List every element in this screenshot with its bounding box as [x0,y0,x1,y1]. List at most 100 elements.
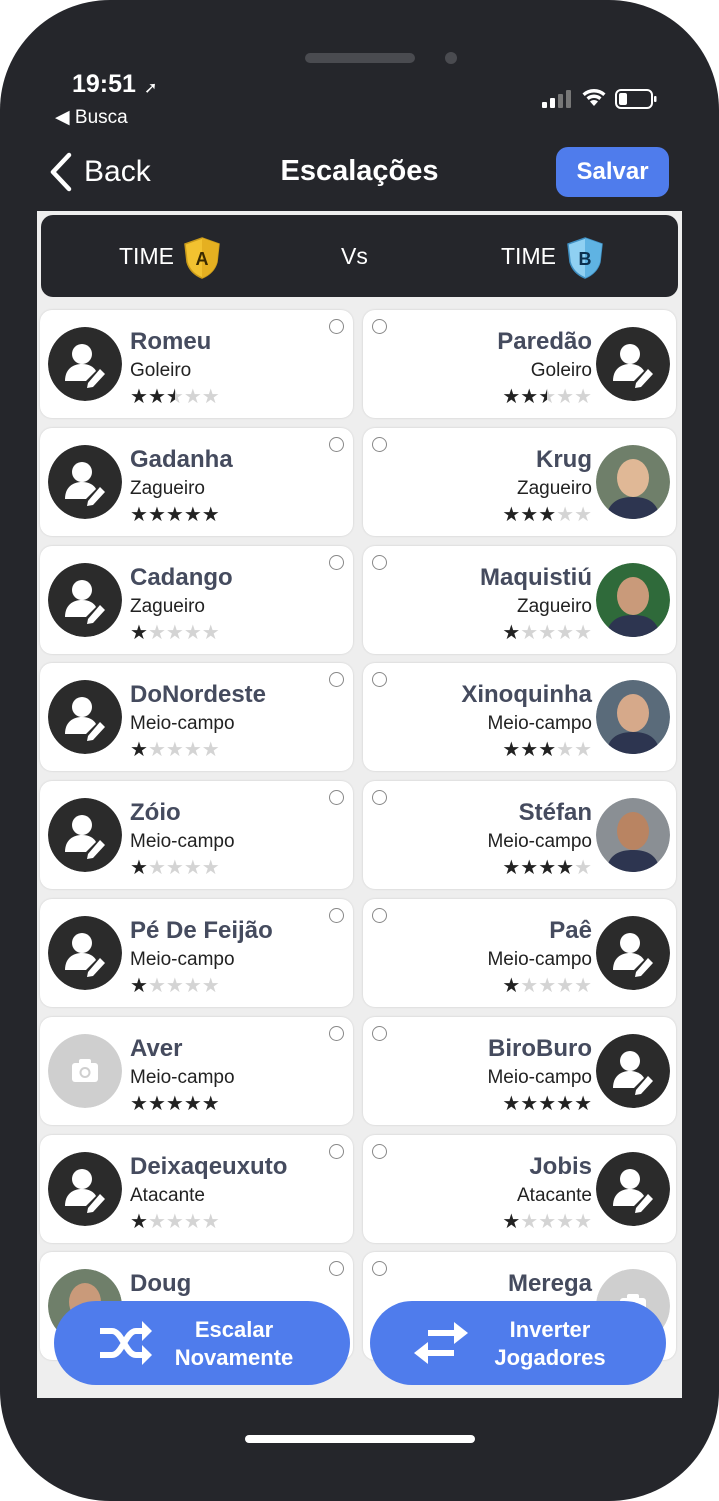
player-name: Jobis [529,1152,592,1180]
person-edit-icon[interactable] [48,327,122,401]
player-select-radio[interactable] [372,436,387,452]
player-select-radio[interactable] [372,1143,387,1159]
person-edit-icon[interactable] [48,1151,122,1226]
team-b-shield-icon: B [567,237,603,279]
player-card[interactable]: DoNordeste Meio-campo ★★★★★ [40,663,353,772]
player-card[interactable]: Deixaqeuxuto Atacante ★★★★★ [40,1134,353,1243]
person-edit-icon[interactable] [596,327,670,401]
player-name: DoNordeste [130,681,267,709]
player-card[interactable]: Krug Zagueiro ★★★★★ [363,427,676,536]
player-name: Deixaqeuxuto [130,1152,288,1180]
player-select-radio[interactable] [372,554,387,570]
player-card[interactable]: Gadanha Zagueiro ★★★★★ [40,427,353,536]
player-select-radio[interactable] [372,1025,387,1041]
player-position: Meio-campo [487,831,592,853]
front-camera [445,52,457,64]
player-card[interactable]: Aver Meio-campo ★★★★★ [40,1016,353,1125]
person-edit-icon[interactable] [48,444,122,519]
player-select-radio[interactable] [329,908,344,923]
person-edit-icon[interactable] [48,916,122,990]
player-card[interactable]: Paredão Goleiro ★★★★★ [363,310,676,418]
cellular-signal-icon [542,90,571,108]
home-indicator[interactable] [245,1435,475,1443]
team-a-label: TIME [119,243,174,269]
player-position: Zagueiro [130,595,205,617]
player-select-radio[interactable] [329,1143,344,1159]
player-name: Cadango [130,563,233,591]
bottom-actions: Escalar Novamente Inverter Jogadores [37,1301,682,1398]
player-select-radio[interactable] [372,319,387,334]
player-name: Xinoquinha [461,681,592,709]
player-position: Goleiro [530,360,592,381]
person-edit-icon[interactable] [596,1151,670,1226]
team-a-badge: A [196,249,209,269]
battery-icon [615,89,657,109]
player-position: Meio-campo [130,1066,235,1088]
player-rating-stars: ★★★★★ [130,857,220,880]
swap-label-line1: Inverter [509,1317,591,1342]
player-name: Pé De Feijão [130,917,273,944]
player-name: Paredão [497,328,592,355]
player-rating-stars: ★★★★★ [130,1210,220,1233]
camera-icon[interactable] [48,1033,122,1108]
player-rating-stars: ★★★★★ [502,386,592,408]
player-card[interactable]: Maquistiú Zagueiro ★★★★★ [363,545,676,654]
player-rating-stars: ★★★★★ [130,975,220,997]
phone-frame: 19:51 ➚ ◀ Busca Back Escalações Salvar T… [0,0,719,1501]
swap-label-line2: Jogadores [494,1345,606,1370]
player-card[interactable]: Zóio Meio-campo ★★★★★ [40,781,353,890]
lineup-content: TIME A Vs TIME B Romeu Goleiro ★★★★★ Gadanh… [37,211,682,1398]
player-photo[interactable] [596,444,670,519]
player-card[interactable]: Stéfan Meio-campo ★★★★★ [363,781,676,890]
shuffle-icon [100,1321,152,1365]
player-name: BiroBuro [488,1034,592,1062]
player-select-radio[interactable] [329,672,344,688]
player-select-radio[interactable] [329,436,344,452]
player-position: Goleiro [130,360,192,381]
player-rating-stars: ★★★★★ [130,739,220,762]
reshuffle-button[interactable]: Escalar Novamente [54,1301,350,1385]
player-photo[interactable] [596,680,670,755]
player-photo[interactable] [596,798,670,873]
status-time: 19:51 [72,70,136,98]
player-card[interactable]: Pé De Feijão Meio-campo ★★★★★ [40,899,353,1007]
player-position: Zagueiro [517,595,592,617]
player-name: Maquistiú [480,563,592,591]
person-edit-icon[interactable] [596,916,670,990]
player-select-radio[interactable] [329,790,344,806]
player-rating-stars: ★★★★★ [502,739,592,762]
player-select-radio[interactable] [329,319,344,334]
player-photo[interactable] [596,562,670,637]
player-select-radio[interactable] [372,908,387,923]
player-select-radio[interactable] [329,1025,344,1041]
player-select-radio[interactable] [329,554,344,570]
player-rating-stars: ★★★★★ [130,621,220,644]
player-rating-stars: ★★★★★ [502,975,592,997]
person-edit-icon[interactable] [596,1033,670,1108]
player-select-radio[interactable] [372,672,387,688]
player-card[interactable]: Paê Meio-campo ★★★★★ [363,899,676,1007]
person-edit-icon[interactable] [48,798,122,873]
player-card[interactable]: Romeu Goleiro ★★★★★ [40,310,353,418]
player-card[interactable]: Cadango Zagueiro ★★★★★ [40,545,353,654]
person-edit-icon[interactable] [48,680,122,755]
player-select-radio[interactable] [372,1261,387,1277]
player-position: Meio-campo [130,949,235,970]
player-rating-stars: ★★★★★ [502,1210,592,1233]
person-edit-icon[interactable] [48,562,122,637]
player-card[interactable]: BiroBuro Meio-campo ★★★★★ [363,1016,676,1125]
reshuffle-label-line1: Escalar [194,1317,274,1342]
player-position: Zagueiro [517,477,592,499]
save-button[interactable]: Salvar [556,147,669,197]
player-position: Zagueiro [130,477,205,499]
back-to-app-link[interactable]: ◀ Busca [55,106,128,129]
player-card[interactable]: Xinoquinha Meio-campo ★★★★★ [363,663,676,772]
player-position: Meio-campo [130,713,235,735]
swap-arrows-icon [414,1322,468,1364]
swap-players-button[interactable]: Inverter Jogadores [370,1301,666,1385]
player-card[interactable]: Jobis Atacante ★★★★★ [363,1134,676,1243]
player-rating-stars: ★★★★★ [130,1092,220,1115]
player-select-radio[interactable] [372,790,387,806]
player-select-radio[interactable] [329,1261,344,1277]
player-position: Atacante [130,1184,205,1206]
